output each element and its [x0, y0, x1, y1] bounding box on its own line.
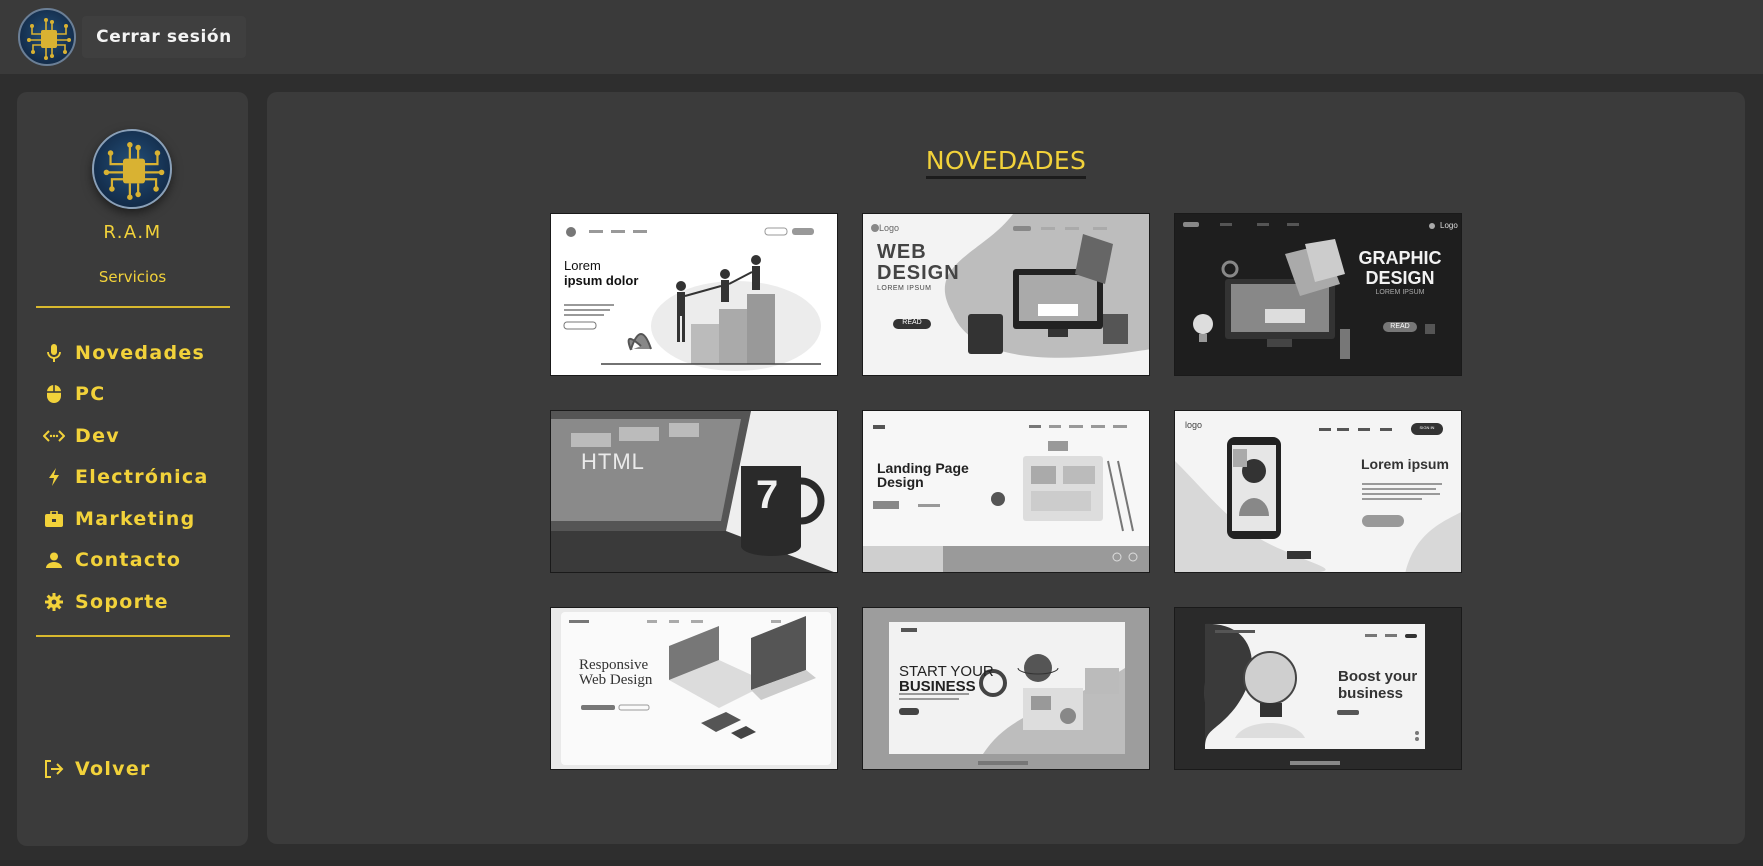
- card-text: Boost your: [1338, 668, 1418, 685]
- news-card-7[interactable]: Responsive Web Design: [550, 607, 838, 770]
- card-text: BUSINESS: [899, 678, 976, 695]
- back-button[interactable]: Volver: [43, 748, 151, 790]
- brand-name: R.A.M: [103, 222, 162, 243]
- chip-logo-icon[interactable]: [18, 8, 76, 66]
- news-card-6[interactable]: logo Lorem ipsum SIGN IN: [1174, 410, 1462, 573]
- page-title: NOVEDADES: [267, 146, 1745, 179]
- sidebar-item-pc[interactable]: PC: [43, 374, 233, 416]
- sidebar-item-novedades[interactable]: Novedades: [43, 332, 233, 374]
- sidebar-item-label: Electrónica: [75, 466, 209, 489]
- services-heading[interactable]: Servicios: [17, 268, 248, 286]
- card-text: Web Design: [579, 672, 653, 688]
- top-bar: Cerrar sesión: [0, 0, 1763, 74]
- sidebar-item-soporte[interactable]: Soporte: [43, 581, 233, 623]
- card-text: Lorem ipsum: [1361, 456, 1449, 472]
- card-text: Landing Page: [877, 460, 969, 476]
- read-button[interactable]: READ: [1383, 322, 1417, 332]
- sidebar-item-label: Soporte: [75, 590, 169, 613]
- card-text: Responsive: [579, 657, 649, 673]
- sidebar-item-label: Dev: [75, 424, 120, 447]
- news-card-4[interactable]: HTML 7: [550, 410, 838, 573]
- sidebar-nav: Novedades PC Dev Electrónica Marketing C…: [43, 332, 233, 623]
- sidebar-item-label: Novedades: [75, 341, 206, 364]
- avatar: [92, 129, 172, 209]
- card-text: HTML: [581, 449, 645, 474]
- card-text: business: [1338, 685, 1404, 702]
- sign-in-button[interactable]: SIGN IN: [1413, 425, 1441, 430]
- sidebar-item-electronica[interactable]: Electrónica: [43, 457, 233, 499]
- card-text: ipsum dolor: [564, 273, 639, 288]
- card-logo: Logo: [1440, 221, 1458, 230]
- mouse-icon: [43, 384, 65, 404]
- read-button[interactable]: READ: [893, 318, 931, 328]
- card-text: DESIGN: [1365, 268, 1435, 288]
- logout-button[interactable]: Cerrar sesión: [82, 16, 246, 58]
- landing-illustration: [563, 227, 821, 371]
- user-icon: [43, 550, 65, 570]
- card-text: LOREM IPSUM: [1375, 289, 1425, 296]
- card-logo: logo: [1185, 420, 1203, 430]
- html-laptop-photo: [551, 411, 837, 572]
- footer-strip: [0, 860, 1763, 866]
- landing-page-illustration: [863, 425, 1149, 572]
- boost-business-illustration: [1175, 608, 1461, 769]
- back-label: Volver: [75, 757, 151, 780]
- card-text: DESIGN: [877, 262, 960, 284]
- card-text: GRAPHIC: [1358, 248, 1442, 268]
- divider: [36, 635, 230, 637]
- bolt-icon: [43, 467, 65, 487]
- card-text: LOREM IPSUM: [877, 285, 932, 292]
- news-card-1[interactable]: Lorem ipsum dolor: [550, 213, 838, 376]
- web-design-illustration: [871, 214, 1149, 358]
- microphone-icon: [43, 343, 65, 363]
- news-card-3[interactable]: Logo GRAPHIC DESIGN LOREM IPSUM READ: [1174, 213, 1462, 376]
- sidebar-item-dev[interactable]: Dev: [43, 415, 233, 457]
- news-card-2[interactable]: Logo WEB DESIGN LOREM IPSUM READ: [862, 213, 1150, 376]
- sidebar-item-label: PC: [75, 383, 106, 406]
- code-icon: [43, 426, 65, 446]
- card-logo: Logo: [879, 223, 900, 233]
- news-card-5[interactable]: Landing Page Design: [862, 410, 1150, 573]
- card-text: START YOUR: [899, 663, 994, 680]
- news-card-9[interactable]: Boost your business: [1174, 607, 1462, 770]
- card-text: Lorem: [564, 258, 601, 273]
- divider: [36, 306, 230, 308]
- sign-out-icon: [43, 759, 65, 779]
- card-text: WEB: [877, 241, 927, 263]
- gear-icon: [43, 592, 65, 612]
- card-text: 7: [756, 473, 779, 517]
- news-card-8[interactable]: START YOUR BUSINESS: [862, 607, 1150, 770]
- sidebar-item-contacto[interactable]: Contacto: [43, 540, 233, 582]
- briefcase-icon: [43, 509, 65, 529]
- card-text: Design: [877, 474, 924, 490]
- responsive-design-illustration: [561, 612, 831, 765]
- sidebar: R.A.M Servicios Novedades PC Dev Electró: [17, 92, 248, 846]
- sidebar-item-marketing[interactable]: Marketing: [43, 498, 233, 540]
- sidebar-item-label: Marketing: [75, 507, 196, 530]
- main-panel: NOVEDADES Lorem ipsum dolor Logo WEB DES…: [267, 92, 1745, 844]
- sidebar-item-label: Contacto: [75, 549, 182, 572]
- mobile-app-illustration: [1175, 423, 1461, 572]
